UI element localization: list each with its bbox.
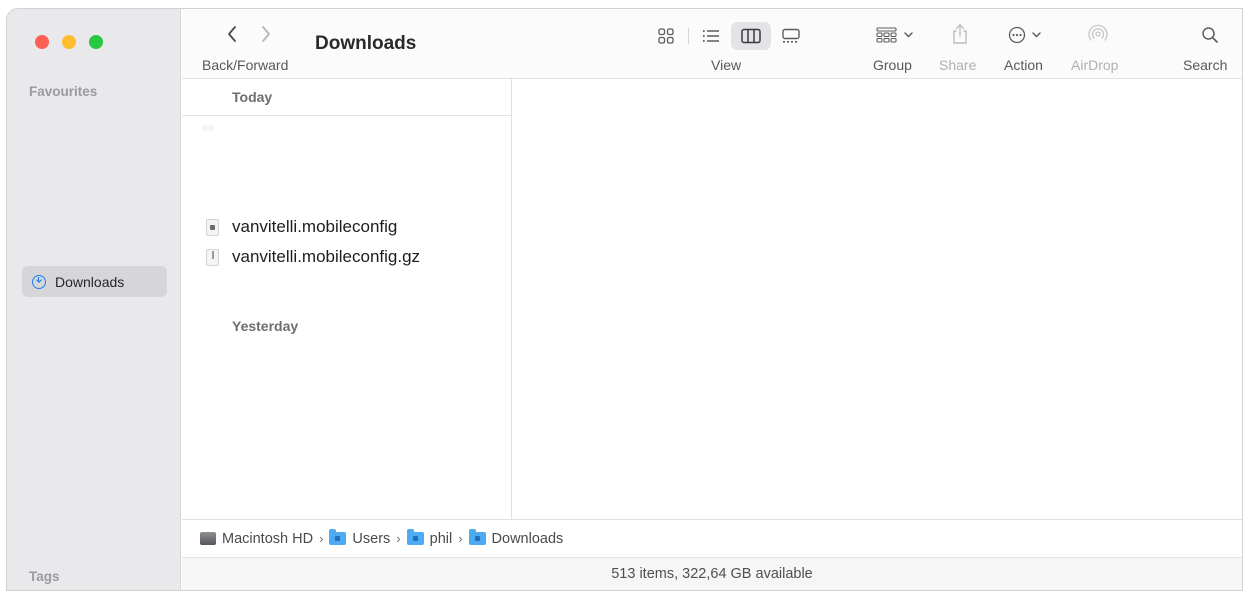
close-button[interactable] xyxy=(35,35,49,49)
heading-divider xyxy=(182,115,512,116)
share-icon xyxy=(951,23,969,48)
group-label: Group xyxy=(873,57,912,73)
back-forward-label: Back/Forward xyxy=(202,57,289,73)
minimize-button[interactable] xyxy=(62,35,76,49)
status-bar: 513 items, 322,64 GB available xyxy=(182,557,1242,590)
crumb-separator: › xyxy=(319,531,324,546)
back-chevron-icon[interactable] xyxy=(226,25,238,46)
crumb-macintosh-hd[interactable]: Macintosh HD xyxy=(200,531,313,547)
icon-view-icon[interactable] xyxy=(646,22,686,50)
hard-drive-icon xyxy=(200,532,216,545)
status-text: 513 items, 322,64 GB available xyxy=(611,566,813,582)
crumb-separator: › xyxy=(396,531,401,546)
back-forward-group: Back/Forward xyxy=(202,9,312,79)
faded-file-icon xyxy=(202,125,214,131)
share-button[interactable]: Share xyxy=(936,9,986,79)
file-row[interactable]: vanvitelli.mobileconfig xyxy=(206,217,397,237)
window-title: Downloads xyxy=(315,33,417,54)
window-controls xyxy=(35,35,103,49)
yesterday-heading: Yesterday xyxy=(232,318,299,334)
zoom-button[interactable] xyxy=(89,35,103,49)
airdrop-icon xyxy=(1087,24,1109,49)
forward-chevron-icon[interactable] xyxy=(260,25,272,46)
today-heading: Today xyxy=(232,89,273,105)
group-button[interactable]: Group xyxy=(868,9,928,79)
share-label: Share xyxy=(939,57,977,73)
action-button[interactable]: Action xyxy=(1002,9,1058,79)
folder-icon xyxy=(329,529,347,545)
crumb-label: Downloads xyxy=(491,530,564,547)
view-divider xyxy=(688,28,689,44)
main-area: Back/Forward Downloads View Group Share … xyxy=(182,9,1242,590)
folder-icon xyxy=(406,529,424,545)
finder-window: Favourites Downloads Tags Back/Forward D… xyxy=(6,8,1243,591)
crumb-users[interactable]: Users xyxy=(329,529,391,547)
column-view-icon[interactable] xyxy=(731,22,771,50)
view-mode-control[interactable] xyxy=(646,21,811,51)
view-label: View xyxy=(711,57,742,73)
tags-heading: Tags xyxy=(29,569,60,584)
list-view-icon[interactable] xyxy=(691,22,731,50)
action-ellipsis-icon xyxy=(1008,25,1048,48)
file-name: vanvitelli.mobileconfig xyxy=(232,217,398,236)
config-file-icon xyxy=(206,218,219,236)
crumb-separator: › xyxy=(458,531,463,546)
group-grid-icon xyxy=(876,27,916,46)
airdrop-label: AirDrop xyxy=(1071,57,1119,73)
search-icon xyxy=(1201,26,1219,47)
file-row[interactable]: vanvitelli.mobileconfig.gz xyxy=(206,247,420,267)
folder-icon xyxy=(468,529,486,545)
sidebar: Favourites Downloads Tags xyxy=(7,9,181,590)
path-bar: Macintosh HD › Users › phil › Downloads xyxy=(182,519,1242,557)
crumb-label: Users xyxy=(352,530,391,547)
download-circle-icon xyxy=(32,274,46,289)
toolbar: Back/Forward Downloads View Group Share … xyxy=(182,9,1242,79)
favourites-heading: Favourites xyxy=(29,84,98,99)
search-label: Search xyxy=(1183,57,1228,73)
gallery-view-icon[interactable] xyxy=(771,22,811,50)
crumb-downloads[interactable]: Downloads xyxy=(468,529,564,547)
airdrop-button[interactable]: AirDrop xyxy=(1068,9,1128,79)
file-column: Today vanvitelli.mobileconfig vanvitelli… xyxy=(182,79,512,519)
crumb-label: phil xyxy=(429,530,453,547)
action-label: Action xyxy=(1004,57,1043,73)
crumb-label: Macintosh HD xyxy=(222,530,314,547)
search-button[interactable]: Search xyxy=(1178,9,1238,79)
sidebar-item-label: Downloads xyxy=(55,273,125,290)
archive-file-icon xyxy=(206,248,219,266)
file-name: vanvitelli.mobileconfig.gz xyxy=(232,247,421,266)
crumb-phil[interactable]: phil xyxy=(406,529,453,547)
sidebar-item-downloads[interactable]: Downloads xyxy=(22,266,167,297)
